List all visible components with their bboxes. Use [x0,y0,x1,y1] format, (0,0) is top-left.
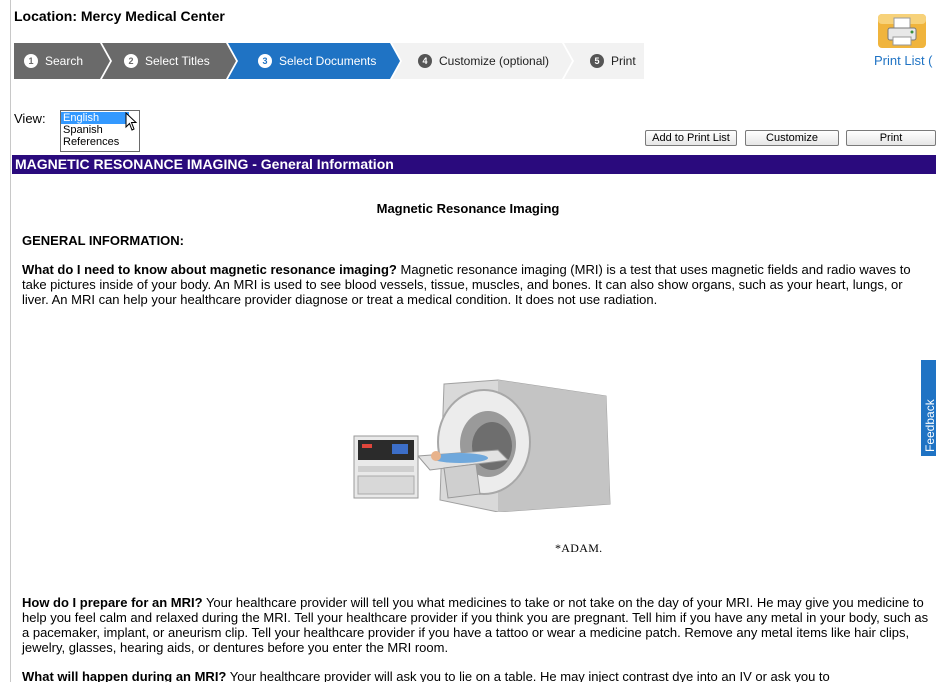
paragraph-about-mri: What do I need to know about magnetic re… [22,262,932,307]
step-number-5: 5 [590,54,604,68]
mri-scanner-image [353,379,611,512]
step-label-print: Print [611,54,636,68]
step-wizard: 1 Search 2 Select Titles 3 Select Docume… [14,43,654,79]
view-label: View: [14,111,46,126]
paragraph-text: Your healthcare provider will ask you to… [226,669,830,682]
document-title: Magnetic Resonance Imaging [376,201,560,216]
option-english[interactable]: English [61,112,129,124]
paragraph-prepare: How do I prepare for an MRI? Your health… [22,595,932,655]
page-frame-border [10,0,11,682]
step-customize[interactable]: 4 Customize (optional) [392,43,572,79]
step-number-4: 4 [418,54,432,68]
paragraph-during: What will happen during an MRI? Your hea… [22,669,932,682]
option-references[interactable]: References [61,136,139,148]
step-number-1: 1 [24,54,38,68]
step-label-search: Search [45,54,84,68]
print-button[interactable]: Print [846,130,936,146]
feedback-tab[interactable]: Feedback [921,360,936,456]
question-heading: What will happen during an MRI? [22,669,227,682]
document-title-bar: MAGNETIC RESONANCE IMAGING - General Inf… [12,155,936,174]
section-heading: GENERAL INFORMATION: [22,233,185,248]
feedback-label: Feedback [923,399,936,452]
step-select-titles[interactable]: 2 Select Titles [102,43,236,79]
step-label-select-documents: Select Documents [279,54,377,68]
step-number-3: 3 [258,54,272,68]
mouse-cursor-icon [125,112,138,131]
step-search[interactable]: 1 Search [14,43,110,79]
question-heading: What do I need to know about magnetic re… [22,262,397,277]
add-to-print-list-button[interactable]: Add to Print List [645,130,737,146]
printer-icon[interactable] [876,10,928,50]
image-credit: *ADAM. [555,541,603,555]
location-label: Location: Mercy Medical Center [14,8,225,24]
customize-button[interactable]: Customize [745,130,839,146]
step-number-2: 2 [124,54,138,68]
step-select-documents[interactable]: 3 Select Documents [228,43,400,79]
step-print[interactable]: 5 Print [564,43,644,79]
question-heading: How do I prepare for an MRI? [22,595,203,610]
print-list-link[interactable]: Print List ( [874,53,933,68]
step-label-customize: Customize (optional) [439,54,550,68]
step-label-select-titles: Select Titles [145,54,210,68]
